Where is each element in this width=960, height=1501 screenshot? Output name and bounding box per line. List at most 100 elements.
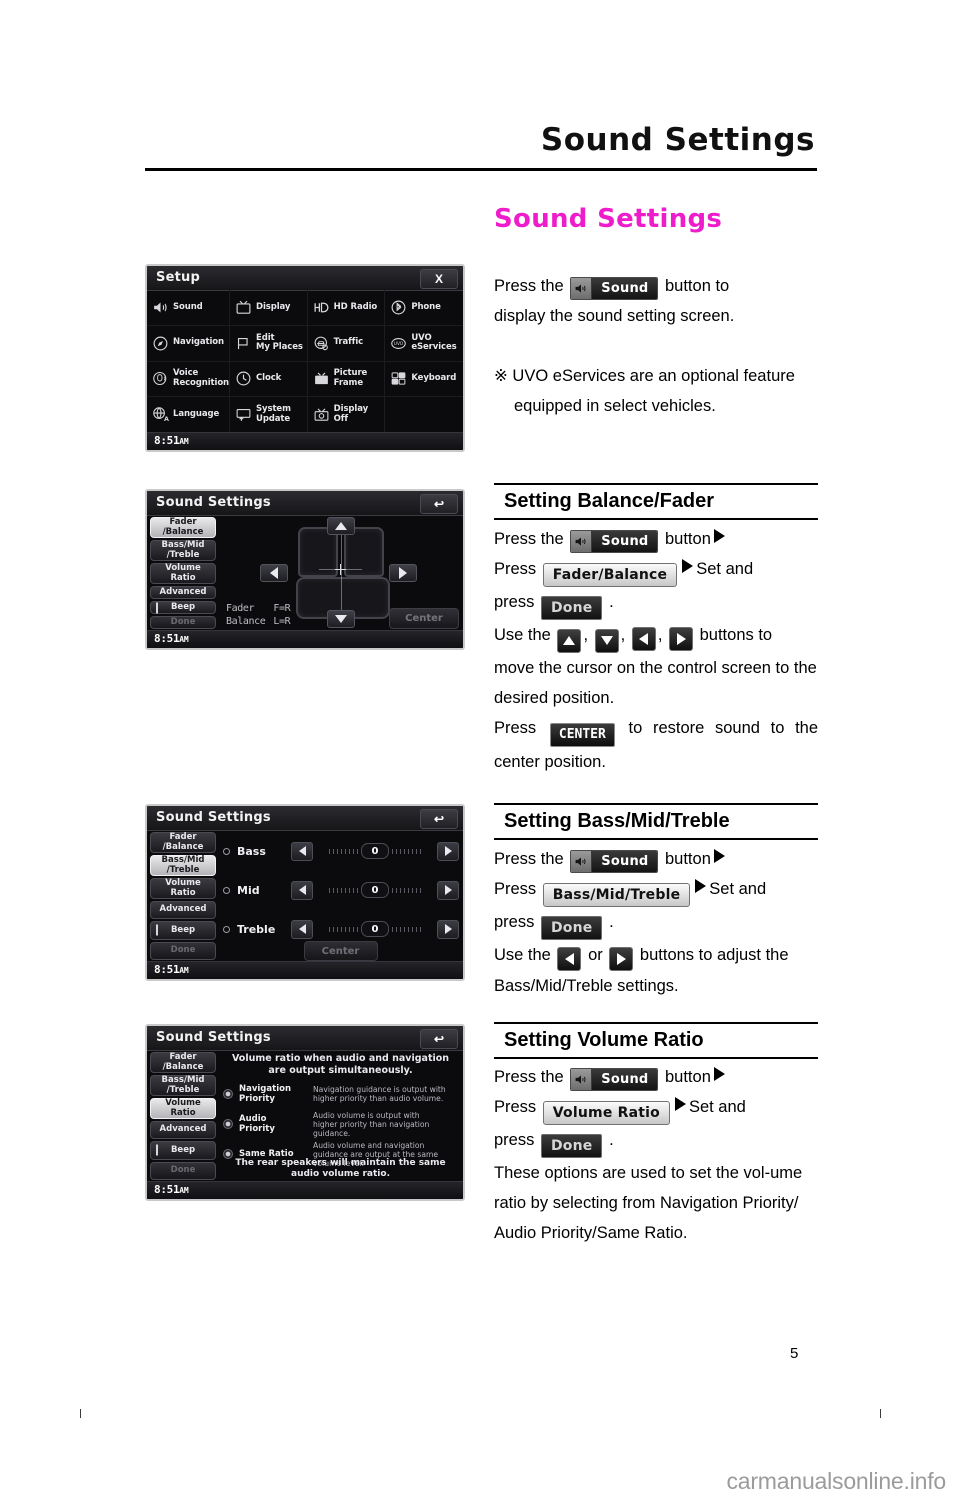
sound-button-badge[interactable]: Sound (570, 850, 659, 873)
intro-spacer (494, 331, 818, 361)
pad-left-button[interactable] (260, 564, 288, 582)
left-button-badge[interactable] (557, 947, 582, 971)
page-header: Sound Settings (145, 120, 817, 171)
setup-item-traffic[interactable]: Traffic (307, 325, 386, 362)
section-title: Setting Bass/Mid/Treble (504, 810, 730, 832)
sidebar-item-done[interactable]: Done (150, 616, 216, 629)
sidebar-item-bass-mid-treble[interactable]: Bass/Mid /Treble (150, 855, 216, 876)
setup-item-display-off[interactable]: Display Off (307, 397, 386, 433)
press-word: press (494, 913, 535, 931)
sidebar-item-volume-ratio[interactable]: Volume Ratio (150, 563, 216, 584)
setup-item-system-update[interactable]: System Update (230, 397, 308, 433)
sidebar-item-volume-ratio[interactable]: Volume Ratio (150, 878, 216, 899)
bf-step-2: Press Fader/Balance Set and (494, 554, 818, 587)
volume-ratio-badge[interactable]: Volume Ratio (542, 1101, 670, 1125)
globe-a-icon: A (152, 406, 169, 423)
done-badge[interactable]: Done (540, 1134, 603, 1158)
or-word: or (588, 946, 603, 964)
vr-option-navigation-priority[interactable]: Navigation Priority Navigation guidance … (220, 1080, 459, 1108)
pad-down-button[interactable] (326, 610, 355, 628)
sidebar-item-bass-mid-treble[interactable]: Bass/Mid /Treble (150, 1075, 216, 1096)
fader-balance-badge[interactable]: Fader/Balance (542, 563, 678, 587)
period-text: . (609, 913, 614, 931)
treble-decrease-button[interactable] (291, 919, 313, 939)
balance-stage[interactable]: Fader F=R Balance L=R Center (220, 515, 461, 631)
section-body-bass-mid-treble: Press the Sound button Press Bass/Mid/Tr… (494, 844, 818, 1001)
radio-icon[interactable] (223, 1119, 233, 1129)
radio-icon[interactable] (223, 1089, 233, 1099)
sidebar-item-bass-mid-treble[interactable]: Bass/Mid /Treble (150, 540, 216, 561)
sidebar-item-advanced[interactable]: Advanced (150, 1121, 216, 1140)
balance-cursor[interactable] (335, 563, 346, 575)
back-icon[interactable]: ↩ (420, 494, 458, 514)
right-button-badge[interactable] (669, 627, 694, 651)
mid-scale[interactable]: 0 (316, 882, 434, 899)
treble-increase-button[interactable] (437, 919, 459, 939)
sidebar-item-done[interactable]: Done (150, 1161, 216, 1180)
setup-item-label: Keyboard (411, 373, 457, 384)
bass-increase-button[interactable] (437, 841, 459, 861)
sidebar-item-advanced[interactable]: Advanced (150, 586, 216, 599)
setup-item-uvo-eservices[interactable]: UVO UVO eServices (385, 326, 463, 362)
section-header-volume-ratio: Setting Volume Ratio (494, 1022, 818, 1059)
bmt-step-3: press Done . (494, 907, 818, 940)
left-button-badge[interactable] (631, 627, 656, 651)
sidebar-item-beep[interactable]: Beep (150, 921, 216, 940)
setup-item-clock[interactable]: Clock (230, 361, 308, 398)
note-text: ※ UVO eServices are an optional feature … (494, 361, 818, 421)
intro-line-2: display the sound setting screen. (494, 307, 735, 325)
triangle-left-icon (564, 953, 574, 965)
sound-button-badge[interactable]: Sound (570, 277, 659, 300)
right-button-badge[interactable] (609, 947, 634, 971)
close-icon[interactable]: X (420, 269, 458, 289)
setup-item-display[interactable]: Display (230, 290, 308, 326)
setup-item-edit-my-places[interactable]: Edit My Places (230, 325, 308, 362)
bass-decrease-button[interactable] (291, 841, 313, 861)
mid-increase-button[interactable] (437, 880, 459, 900)
bf-step-3: press Done . (494, 587, 818, 620)
setup-item-sound[interactable]: Sound (147, 290, 231, 326)
done-badge[interactable]: Done (540, 916, 603, 940)
mid-decrease-button[interactable] (291, 880, 313, 900)
sidebar-item-done[interactable]: Done (150, 941, 216, 960)
center-button[interactable]: Center (303, 941, 378, 961)
setup-item-picture-frame[interactable]: Picture Frame (307, 361, 386, 398)
button-word: button (665, 530, 711, 548)
back-icon[interactable]: ↩ (420, 1029, 458, 1049)
sound-button-badge[interactable]: Sound (570, 530, 659, 553)
sidebar-item-advanced[interactable]: Advanced (150, 901, 216, 920)
sound-button-badge[interactable]: Sound (570, 1068, 659, 1091)
setup-item-voice-recognition[interactable]: Voice Recognition (147, 361, 231, 398)
vr-step-3: press Done . (494, 1125, 818, 1158)
sidebar-item-fader-balance[interactable]: Fader /Balance (150, 517, 216, 538)
setup-item-keyboard[interactable]: Keyboard (385, 362, 463, 398)
sidebar-item-volume-ratio[interactable]: Volume Ratio (150, 1098, 216, 1119)
slider-row-bass: Bass 0 (220, 838, 459, 864)
setup-item-phone[interactable]: Phone (385, 290, 463, 326)
pad-right-button[interactable] (389, 564, 417, 582)
triangle-right-icon (444, 846, 452, 856)
vr-option-audio-priority[interactable]: Audio Priority Audio volume is output wi… (220, 1110, 459, 1138)
up-button-badge[interactable] (557, 628, 582, 653)
setup-item-language[interactable]: A Language (147, 397, 231, 433)
section-header-bass-mid-treble: Setting Bass/Mid/Treble (494, 803, 818, 840)
setup-item-hd-radio[interactable]: HD Radio (307, 290, 386, 326)
sidebar-item-fader-balance[interactable]: Fader /Balance (150, 1052, 216, 1073)
sidebar-item-beep[interactable]: Beep (150, 601, 216, 614)
setup-item-navigation[interactable]: Navigation (147, 325, 231, 362)
back-icon[interactable]: ↩ (420, 809, 458, 829)
bass-mid-treble-badge[interactable]: Bass/Mid/Treble (542, 883, 691, 907)
down-button-badge[interactable] (594, 628, 619, 653)
setup-item-label: Clock (256, 373, 282, 384)
pad-up-button[interactable] (326, 517, 355, 535)
sidebar-item-fader-balance[interactable]: Fader /Balance (150, 832, 216, 853)
sound-badge-label: Sound (592, 531, 658, 552)
done-badge[interactable]: Done (540, 596, 603, 620)
bass-scale[interactable]: 0 (316, 843, 434, 860)
hd-radio-icon (313, 299, 330, 316)
speaker-icon (571, 531, 593, 552)
center-button[interactable]: Center (389, 608, 459, 629)
sidebar-item-beep[interactable]: Beep (150, 1141, 216, 1160)
center-badge[interactable]: CENTER (549, 722, 615, 747)
treble-scale[interactable]: 0 (316, 921, 434, 938)
